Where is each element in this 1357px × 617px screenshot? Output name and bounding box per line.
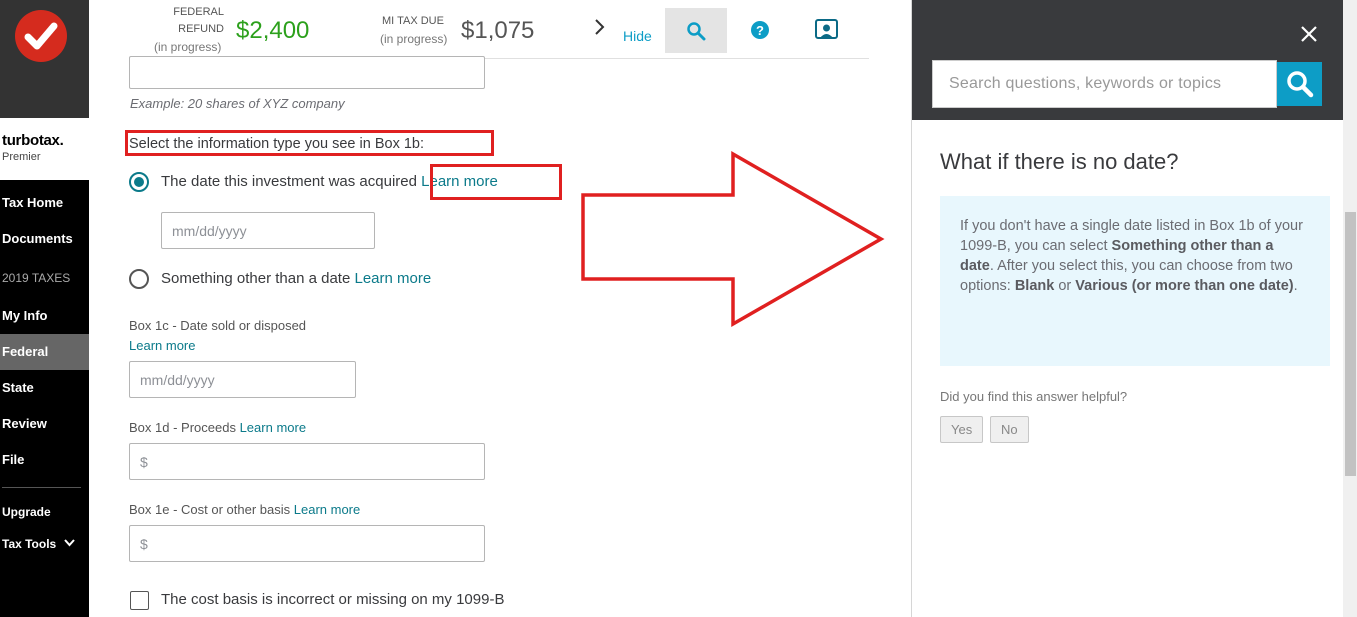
main-form: Example: 20 shares of XYZ company Select…	[89, 56, 911, 617]
turbotax-logo-icon[interactable]	[15, 10, 67, 62]
help-title: What if there is no date?	[940, 149, 1179, 174]
federal-status: (in progress)	[154, 40, 222, 54]
chevron-down-icon	[63, 539, 75, 547]
learn-more-box1d-link[interactable]: Learn more	[240, 420, 306, 435]
box1d-label-row: Box 1d - Proceeds Learn more	[129, 420, 306, 435]
cost-basis-checkbox-label[interactable]: The cost basis is incorrect or missing o…	[161, 591, 504, 608]
brand-name: turbotax.	[2, 132, 64, 149]
box1e-label: Box 1e - Cost or other basis	[129, 502, 291, 517]
federal-label-line2: REFUND	[178, 23, 224, 35]
state-status: (in progress)	[380, 32, 448, 46]
left-nav: turbotax. Premier Tax Home Documents 201…	[0, 0, 89, 617]
nav-documents[interactable]: Documents	[0, 221, 89, 257]
cost-basis-currency: $	[140, 535, 148, 552]
state-tax-amount: $1,075	[461, 17, 535, 44]
svg-text:?: ?	[756, 23, 764, 38]
date-sold-input[interactable]: mm/dd/yyyy	[129, 361, 356, 398]
help-search-input[interactable]: Search questions, keywords or topics	[932, 60, 1277, 108]
option-other-than-date-label: Something other than a date	[161, 270, 351, 287]
answer-bold-2: Blank	[1014, 278, 1055, 294]
search-icon	[1287, 71, 1314, 98]
hide-link[interactable]: Hide	[623, 28, 652, 44]
annotation-box-question	[125, 130, 494, 156]
federal-label-line1: FEDERAL	[173, 6, 224, 18]
chevron-right-icon[interactable]	[594, 18, 606, 42]
nav-tax-tools-label: Tax Tools	[2, 537, 57, 551]
option-other-than-date[interactable]: Something other than a date Learn more	[161, 270, 431, 287]
learn-more-other-link[interactable]: Learn more	[354, 270, 431, 287]
federal-refund-amount: $2,400	[236, 17, 310, 44]
help-panel-scroll-thumb[interactable]	[1345, 212, 1356, 476]
answer-bold-3: Various (or more than one date)	[1075, 278, 1294, 294]
header-search-button[interactable]	[665, 8, 727, 53]
annotation-arrow-icon	[581, 150, 885, 328]
nav-my-info[interactable]: My Info	[0, 298, 89, 334]
nav-review[interactable]: Review	[0, 406, 89, 442]
date-acquired-placeholder: mm/dd/yyyy	[172, 222, 247, 239]
date-sold-placeholder: mm/dd/yyyy	[140, 371, 215, 388]
answer-text-4: .	[1293, 278, 1298, 294]
description-example: Example: 20 shares of XYZ company	[130, 96, 345, 111]
help-search-placeholder: Search questions, keywords or topics	[949, 75, 1222, 92]
nav-tax-home[interactable]: Tax Home	[0, 185, 89, 221]
answer-text-3: or	[1054, 278, 1076, 294]
help-search-button[interactable]	[1277, 62, 1322, 106]
help-answer: If you don't have a single date listed i…	[940, 196, 1330, 366]
nav-state[interactable]: State	[0, 370, 89, 406]
search-icon	[687, 22, 706, 41]
radio-other-than-date[interactable]	[129, 269, 149, 289]
box1c-label: Box 1c - Date sold or disposed	[129, 318, 307, 333]
federal-refund-label: FEDERAL REFUND	[151, 4, 224, 38]
expert-live-icon[interactable]	[815, 19, 838, 46]
box1e-label-row: Box 1e - Cost or other basis Learn more	[129, 502, 360, 517]
annotation-box-learn-more	[430, 164, 562, 200]
date-acquired-input[interactable]: mm/dd/yyyy	[161, 212, 375, 249]
help-panel: Search questions, keywords or topics Wha…	[911, 0, 1357, 617]
nav-upgrade[interactable]: Upgrade	[0, 505, 51, 519]
radio-date-acquired[interactable]	[129, 172, 149, 192]
cost-basis-checkbox[interactable]	[130, 591, 149, 610]
option-date-acquired-label: The date this investment was acquired	[161, 173, 417, 190]
description-input[interactable]	[129, 56, 485, 89]
proceeds-input[interactable]: $	[129, 443, 485, 480]
nav-divider	[2, 487, 81, 488]
nav-federal[interactable]: Federal	[0, 334, 89, 370]
header-bar: FEDERAL REFUND (in progress) $2,400 MI T…	[89, 0, 911, 58]
state-tax-label: MI TAX DUE	[382, 15, 444, 27]
help-panel-header: Search questions, keywords or topics	[912, 0, 1345, 120]
helpful-no-button[interactable]: No	[990, 416, 1029, 443]
close-icon[interactable]	[1295, 20, 1323, 48]
brand-edition: Premier	[2, 151, 41, 163]
cost-basis-input[interactable]: $	[129, 525, 485, 562]
helpful-question: Did you find this answer helpful?	[940, 389, 1128, 404]
nav-tax-tools[interactable]: Tax Tools	[0, 537, 75, 551]
logo-area	[0, 0, 89, 118]
learn-more-box1c-link[interactable]: Learn more	[129, 338, 195, 353]
brand: turbotax. Premier	[0, 118, 89, 180]
nav-file[interactable]: File	[0, 442, 89, 478]
help-icon[interactable]: ?	[750, 20, 770, 45]
nav-section-2019-taxes: 2019 TAXES	[2, 271, 71, 285]
learn-more-box1e-link[interactable]: Learn more	[294, 502, 360, 517]
helpful-yes-button[interactable]: Yes	[940, 416, 984, 443]
box1d-label: Box 1d - Proceeds	[129, 420, 236, 435]
proceeds-currency: $	[140, 453, 148, 470]
